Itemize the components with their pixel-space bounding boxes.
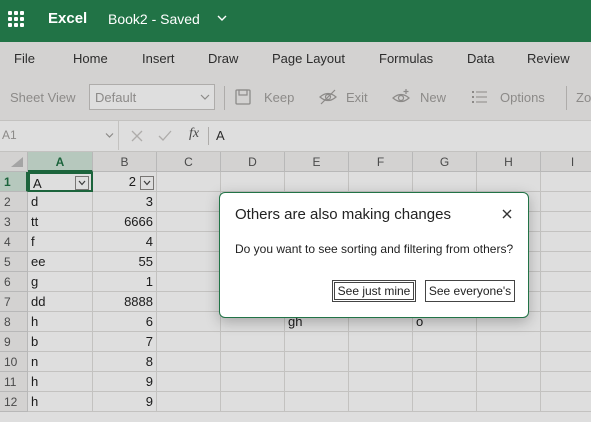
conflict-dialog: Others are also making changes Do you wa… — [219, 192, 529, 318]
app-name[interactable]: Excel — [48, 10, 87, 27]
see-just-mine-button[interactable]: See just mine — [332, 280, 416, 302]
dialog-title: Others are also making changes — [235, 206, 451, 223]
title-bar: Excel Book2 - Saved — [0, 0, 591, 42]
dialog-message: Do you want to see sorting and filtering… — [235, 242, 514, 256]
document-title[interactable]: Book2 - Saved — [108, 11, 200, 27]
app-launcher-icon[interactable] — [8, 11, 24, 27]
close-icon[interactable] — [500, 207, 514, 221]
chevron-down-icon[interactable] — [216, 12, 228, 24]
see-everyones-button[interactable]: See everyone's — [425, 280, 515, 302]
